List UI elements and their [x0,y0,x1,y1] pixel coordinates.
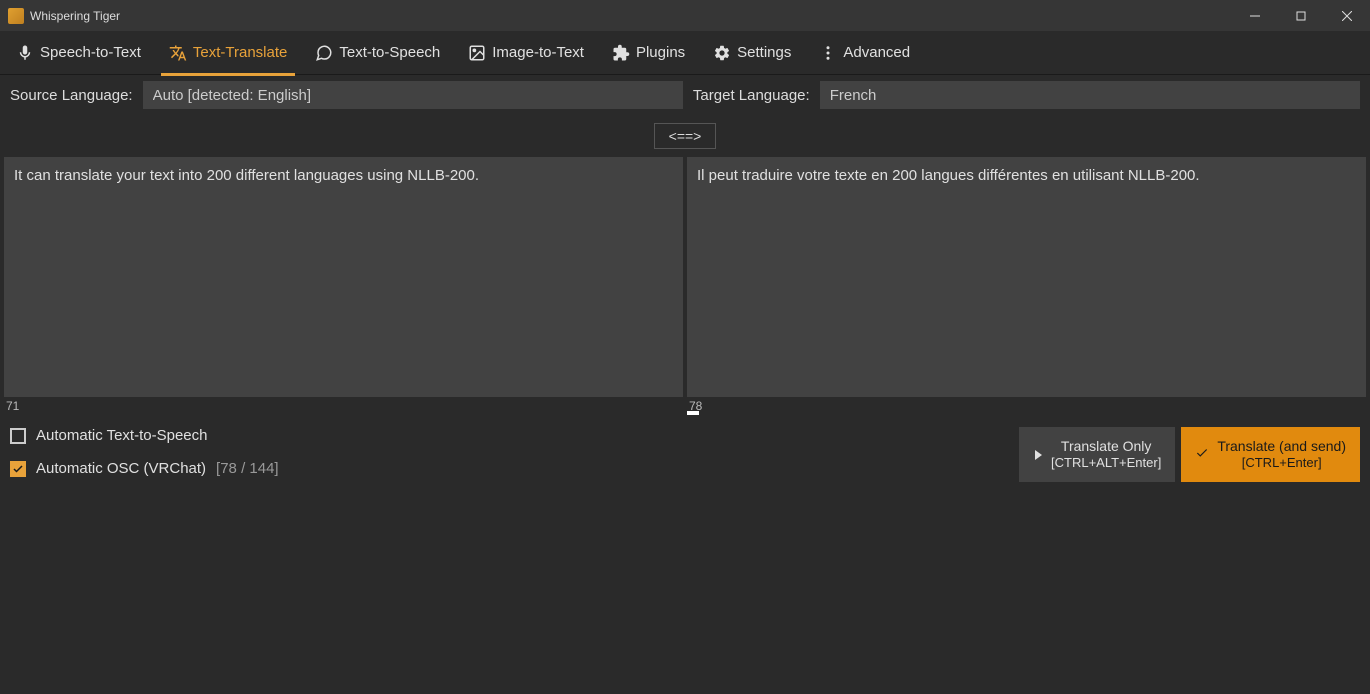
maximize-button[interactable] [1278,0,1324,31]
tab-speech-to-text[interactable]: Speech-to-Text [8,31,149,75]
translate-only-button[interactable]: Translate Only [CTRL+ALT+Enter] [1019,427,1175,482]
check-icon [1195,446,1209,463]
dots-vertical-icon [819,44,837,62]
source-text-input[interactable] [4,157,683,397]
tab-plugins[interactable]: Plugins [604,31,693,75]
target-text-output[interactable] [687,157,1366,397]
close-button[interactable] [1324,0,1370,31]
source-language-input[interactable] [143,81,683,109]
target-language-input[interactable] [820,81,1360,109]
translate-only-label: Translate Only [1061,437,1152,455]
play-icon [1033,447,1043,463]
source-language-label: Source Language: [10,87,133,104]
swap-languages-button[interactable]: <==> [654,123,717,149]
auto-tts-label: Automatic Text-to-Speech [36,427,207,444]
auto-osc-label: Automatic OSC (VRChat) [36,460,206,477]
translate-icon [169,44,187,62]
tab-label: Settings [737,44,791,61]
translate-send-button[interactable]: Translate (and send) [CTRL+Enter] [1181,427,1360,482]
tab-label: Advanced [843,44,910,61]
splitter-handle[interactable] [687,411,699,415]
tab-label: Plugins [636,44,685,61]
image-icon [468,44,486,62]
tab-text-translate[interactable]: Text-Translate [161,31,295,75]
tab-settings[interactable]: Settings [705,31,799,75]
checkbox-checked-icon [10,461,26,477]
language-row: Source Language: Target Language: [0,75,1370,115]
auto-osc-checkbox-row[interactable]: Automatic OSC (VRChat) [78 / 144] [10,460,279,477]
tab-bar: Speech-to-Text Text-Translate Text-to-Sp… [0,31,1370,75]
puzzle-icon [612,44,630,62]
gear-icon [713,44,731,62]
tab-label: Text-to-Speech [339,44,440,61]
microphone-icon [16,44,34,62]
target-language-label: Target Language: [693,87,810,104]
tab-label: Speech-to-Text [40,44,141,61]
titlebar: Whispering Tiger [0,0,1370,31]
translate-send-label: Translate (and send) [1217,437,1346,455]
source-char-count: 71 [6,399,19,413]
speech-bubble-icon [315,44,333,62]
auto-tts-checkbox-row[interactable]: Automatic Text-to-Speech [10,427,279,444]
minimize-button[interactable] [1232,0,1278,31]
translate-only-shortcut: [CTRL+ALT+Enter] [1051,455,1161,472]
app-icon [8,8,24,24]
tab-text-to-speech[interactable]: Text-to-Speech [307,31,448,75]
translate-send-shortcut: [CTRL+Enter] [1242,455,1322,472]
tab-label: Text-Translate [193,44,287,61]
osc-char-count: [78 / 144] [216,460,279,477]
tab-image-to-text[interactable]: Image-to-Text [460,31,592,75]
window-title: Whispering Tiger [30,9,120,23]
checkbox-unchecked-icon [10,428,26,444]
tab-label: Image-to-Text [492,44,584,61]
tab-advanced[interactable]: Advanced [811,31,918,75]
